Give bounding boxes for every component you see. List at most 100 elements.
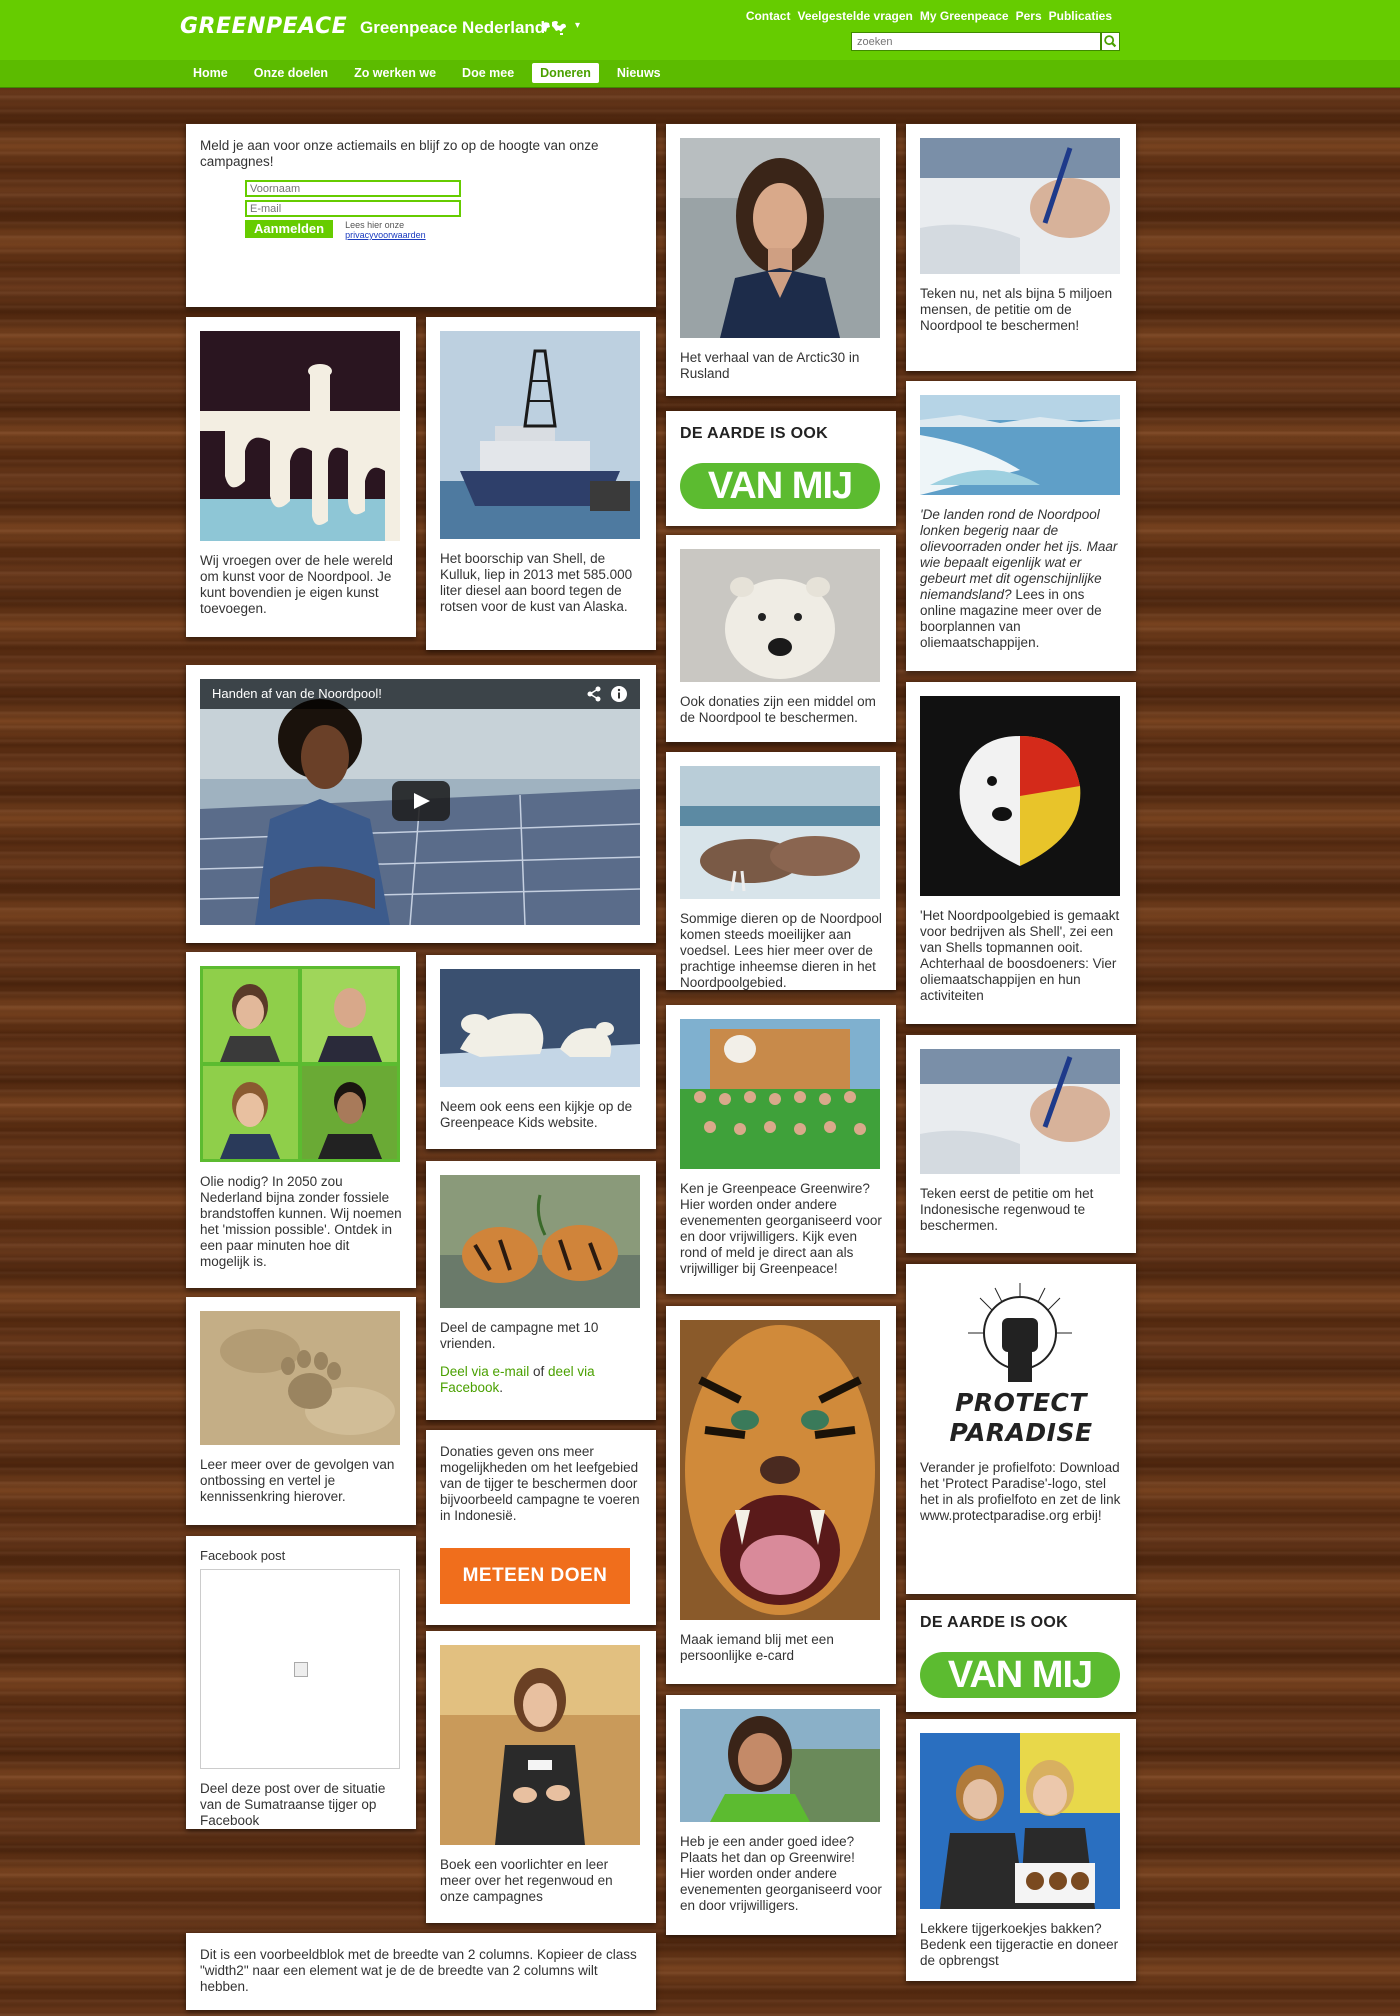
card-text: Olie nodig? In 2050 zou Nederland bijna … <box>200 1174 402 1269</box>
privacy-link[interactable]: privacyvoorwaarden <box>345 230 426 240</box>
vanmij-badge: VAN MIJ <box>680 463 880 509</box>
meteen-doen-button[interactable]: METEEN DOEN <box>440 1548 630 1604</box>
share-end: . <box>499 1380 504 1395</box>
landen-text: 'De landen rond de Noordpool lonken bege… <box>920 507 1122 651</box>
card-arctic30[interactable]: Het verhaal van de Arctic30 in Rusland <box>666 124 896 396</box>
facebook-post-embed[interactable] <box>200 1569 400 1769</box>
card-kids[interactable]: Neem ook eens een kijkje op de Greenpeac… <box>426 955 656 1149</box>
aarde-title: DE AARDE IS OOK <box>680 425 828 442</box>
arctic-ice-photo <box>920 395 1120 495</box>
search-icon[interactable] <box>1101 32 1120 51</box>
card-voorlichter[interactable]: Boek een voorlichter en leer meer over h… <box>426 1631 656 1923</box>
card-text: Het boorschip van Shell, de Kulluk, liep… <box>440 551 633 614</box>
card-text: Dit is een voorbeeldblok met de breedte … <box>200 1947 637 1994</box>
tiger-face-photo <box>680 1320 880 1620</box>
card-text: Heb je een ander goed idee? Plaats het d… <box>680 1834 882 1913</box>
link-faq[interactable]: Veelgestelde vragen <box>797 9 912 23</box>
card-olie[interactable]: Olie nodig? In 2050 zou Nederland bijna … <box>186 952 416 1288</box>
tiger-footprint-photo <box>200 1311 400 1445</box>
nav-home[interactable]: Home <box>185 63 236 83</box>
nav-zo-werken-we[interactable]: Zo werken we <box>346 63 444 83</box>
card-text: Lekkere tijgerkoekjes bakken? Bedenk een… <box>920 1921 1119 1968</box>
greenpeace-logo[interactable]: GREENPEACE <box>180 14 347 39</box>
shell-polar-bear-logo <box>920 696 1120 896</box>
card-deel[interactable]: Deel de campagne met 10 vrienden. Deel v… <box>426 1161 656 1420</box>
signing-petition-photo <box>920 1049 1120 1174</box>
nav-doneren[interactable]: Doneren <box>532 63 599 83</box>
card-aarde-2[interactable]: DE AARDE IS OOK VAN MIJ <box>906 1600 1136 1712</box>
signing-petition-photo <box>920 138 1120 274</box>
card-text: Ook donaties zijn een middel om de Noord… <box>680 694 876 725</box>
card-text: Teken nu, net als bijna 5 miljoen mensen… <box>920 286 1113 333</box>
walrus-photo <box>680 766 880 899</box>
woman-portrait-photo <box>680 138 880 338</box>
card-ecard[interactable]: Maak iemand blij met een persoonlijke e-… <box>666 1306 896 1684</box>
card-text: Het verhaal van de Arctic30 in Rusland <box>680 350 860 381</box>
nav-doe-mee[interactable]: Doe mee <box>454 63 522 83</box>
speaker-woman-photo <box>440 1645 640 1845</box>
card-protect-paradise[interactable]: PROTECT PARADISE Verander je profielfoto… <box>906 1264 1136 1594</box>
card-petition-5m[interactable]: Teken nu, net als bijna 5 miljoen mensen… <box>906 124 1136 371</box>
share-or: of <box>529 1364 549 1379</box>
nav-onze-doelen[interactable]: Onze doelen <box>246 63 336 83</box>
card-walrus[interactable]: Sommige dieren op de Noordpool komen ste… <box>666 752 896 990</box>
volunteer-man-photo <box>680 1709 880 1822</box>
world-map-icon[interactable] <box>540 19 568 37</box>
mission-possible-faces-image <box>200 966 400 1162</box>
card-text: Leer meer over de gevolgen van ontbossin… <box>200 1457 395 1504</box>
melting-arctic-art-image <box>200 331 400 541</box>
fighting-tigers-photo <box>440 1175 640 1308</box>
top-links: Contact Veelgestelde vragen My Greenpeac… <box>746 9 1112 23</box>
play-button-icon[interactable] <box>392 781 450 821</box>
main-nav: Home Onze doelen Zo werken we Doe mee Do… <box>185 63 669 83</box>
card-text: Neem ook eens een kijkje op de Greenpeac… <box>440 1099 633 1130</box>
video-title-bar: Handen af van de Noordpool! <box>200 679 640 709</box>
region-dropdown-icon[interactable]: ▾ <box>575 20 580 31</box>
email-field[interactable] <box>245 200 461 217</box>
share-email-link[interactable]: Deel via e-mail <box>440 1364 529 1379</box>
pp-title-line1: PROTECT <box>955 1388 1087 1417</box>
volunteers-group-photo <box>680 1019 880 1169</box>
card-text: Verander je profielfoto: Download het 'P… <box>920 1460 1121 1523</box>
card-ontbossing[interactable]: Leer meer over de gevolgen van ontbossin… <box>186 1297 416 1525</box>
card-goed-idee[interactable]: Heb je een ander goed idee? Plaats het d… <box>666 1695 896 1935</box>
drilling-ship-photo <box>440 331 640 539</box>
link-contact[interactable]: Contact <box>746 9 791 23</box>
polar-bear-photo <box>680 549 880 682</box>
card-tijger-donaties[interactable]: Donaties geven ons meer mogelijkheden om… <box>426 1430 656 1625</box>
card-kulluk[interactable]: Het boorschip van Shell, de Kulluk, liep… <box>426 317 656 650</box>
info-icon[interactable] <box>610 685 628 703</box>
site-name: Greenpeace Nederland <box>360 18 546 37</box>
link-pers[interactable]: Pers <box>1016 9 1042 23</box>
firstname-field[interactable] <box>245 180 461 197</box>
card-text: Maak iemand blij met een persoonlijke e-… <box>680 1632 834 1663</box>
girls-baking-photo <box>920 1733 1120 1909</box>
nav-nieuws[interactable]: Nieuws <box>609 63 669 83</box>
link-publicaties[interactable]: Publicaties <box>1049 9 1112 23</box>
card-landen[interactable]: 'De landen rond de Noordpool lonken bege… <box>906 381 1136 671</box>
video-player[interactable]: Handen af van de Noordpool! <box>200 679 640 925</box>
card-greenwire[interactable]: Ken je Greenpeace Greenwire? Hier worden… <box>666 1005 896 1294</box>
privacy-text: Lees hier onze <box>345 220 405 230</box>
card-koekjes[interactable]: Lekkere tijgerkoekjes bakken? Bedenk een… <box>906 1719 1136 1981</box>
pp-title-line2: PARADISE <box>949 1418 1093 1447</box>
card-kunst[interactable]: Wij vroegen over de hele wereld om kunst… <box>186 317 416 637</box>
card-donaties-noordpool[interactable]: Ook donaties zijn een middel om de Noord… <box>666 535 896 742</box>
share-links: Deel via e-mail of deel via Facebook. <box>440 1364 642 1396</box>
card-text: Deel deze post over de situatie van de S… <box>200 1781 386 1828</box>
signup-text: Meld je aan voor onze actiemails en blij… <box>200 138 599 169</box>
broken-image-icon <box>294 1662 308 1677</box>
share-icon[interactable] <box>586 686 602 702</box>
video-title[interactable]: Handen af van de Noordpool! <box>212 686 382 701</box>
search-input[interactable] <box>851 32 1101 51</box>
signup-button[interactable]: Aanmelden <box>245 220 334 238</box>
card-shell[interactable]: 'Het Noordpoolgebied is gemaakt voor bed… <box>906 682 1136 1024</box>
facebook-post-label: Facebook post <box>200 1548 286 1563</box>
link-my-greenpeace[interactable]: My Greenpeace <box>920 9 1009 23</box>
card-text: 'Het Noordpoolgebied is gemaakt voor bed… <box>920 908 1120 1003</box>
card-petitie-regenwoud[interactable]: Teken eerst de petitie om het Indonesisc… <box>906 1035 1136 1253</box>
card-facebook-post[interactable]: Facebook post Deel deze post over de sit… <box>186 1536 416 1829</box>
polar-bears-photo <box>440 969 640 1087</box>
card-video[interactable]: Handen af van de Noordpool! <box>186 665 656 943</box>
card-aarde-1[interactable]: DE AARDE IS OOK VAN MIJ <box>666 411 896 526</box>
